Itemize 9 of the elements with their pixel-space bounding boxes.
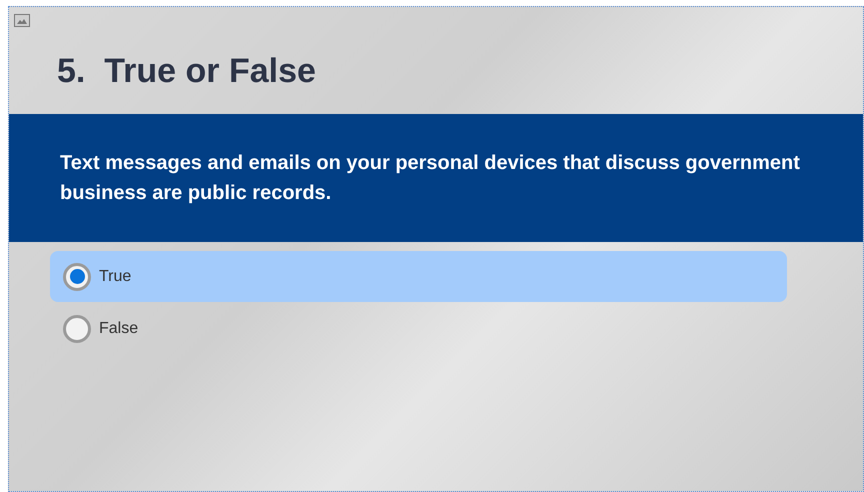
radio-button[interactable] — [63, 262, 91, 290]
image-icon — [14, 14, 30, 27]
question-text: Text messages and emails on your personal devices that discuss government business are public records. — [60, 151, 801, 206]
option-label: False — [99, 318, 138, 338]
slide-title: 5. True or False — [57, 51, 316, 92]
answer-option[interactable]: False — [50, 303, 787, 354]
answer-option[interactable]: True — [50, 251, 787, 302]
option-label: True — [99, 266, 132, 286]
radio-button[interactable] — [63, 314, 91, 342]
